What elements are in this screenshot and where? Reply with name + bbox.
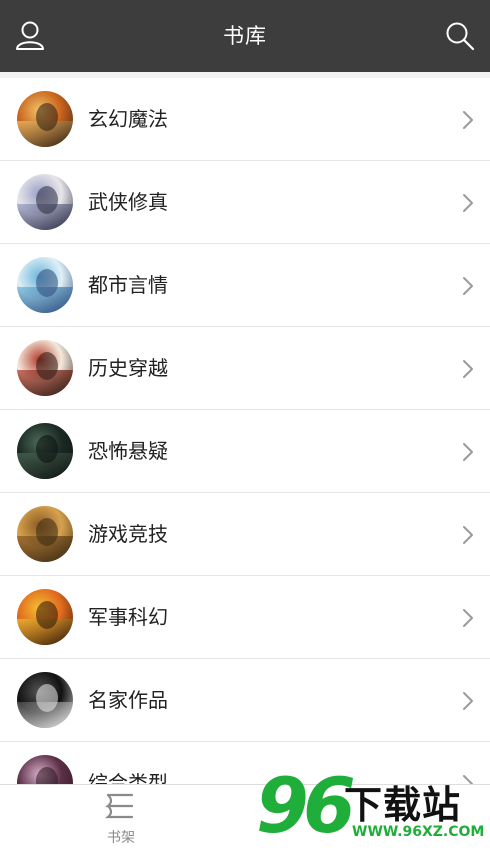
chevron-right-icon	[462, 442, 474, 462]
chevron-right-icon	[462, 691, 474, 711]
tab-bookshelf-label: 书架	[107, 830, 135, 846]
category-cover-image	[17, 257, 73, 313]
category-label: 都市言情	[88, 273, 168, 297]
category-row[interactable]: 都市言情	[0, 244, 490, 327]
category-row[interactable]: 名家作品	[0, 659, 490, 742]
category-label: 名家作品	[88, 688, 168, 712]
category-row[interactable]: 军事科幻	[0, 576, 490, 659]
top-bar: 书库	[0, 0, 490, 72]
category-label: 游戏竞技	[88, 522, 168, 546]
category-row[interactable]: 武侠修真	[0, 161, 490, 244]
category-cover-image	[17, 340, 73, 396]
category-cover-image	[17, 91, 73, 147]
chevron-right-icon	[462, 525, 474, 545]
category-label: 武侠修真	[88, 190, 168, 214]
category-list: 玄幻魔法武侠修真都市言情历史穿越恐怖悬疑游戏竞技军事科幻名家作品综合类型	[0, 78, 490, 784]
watermark-number: 96	[256, 761, 356, 850]
category-cover-image	[17, 755, 73, 784]
category-row[interactable]: 玄幻魔法	[0, 78, 490, 161]
category-row[interactable]: 恐怖悬疑	[0, 410, 490, 493]
category-label: 玄幻魔法	[88, 107, 168, 131]
category-cover-image	[17, 589, 73, 645]
page-title: 书库	[223, 24, 267, 48]
chevron-right-icon	[462, 193, 474, 213]
chevron-right-icon	[462, 110, 474, 130]
category-label: 综合类型	[88, 771, 168, 784]
category-label: 恐怖悬疑	[88, 439, 168, 463]
watermark-brand: 下载站	[344, 783, 462, 827]
tab-bookshelf[interactable]: 书架	[92, 791, 150, 847]
category-label: 军事科幻	[88, 605, 168, 629]
search-icon[interactable]	[442, 18, 478, 54]
category-row[interactable]: 历史穿越	[0, 327, 490, 410]
category-cover-image	[17, 506, 73, 562]
bookshelf-icon	[104, 793, 134, 819]
chevron-right-icon	[462, 276, 474, 296]
category-cover-image	[17, 423, 73, 479]
chevron-right-icon	[462, 608, 474, 628]
chevron-right-icon	[462, 359, 474, 379]
watermark-url: WWW.96XZ.COM	[352, 824, 485, 840]
site-watermark: 96 下载站 WWW.96XZ.COM	[256, 764, 486, 850]
category-label: 历史穿越	[88, 356, 168, 380]
category-cover-image	[17, 672, 73, 728]
category-row[interactable]: 游戏竞技	[0, 493, 490, 576]
category-cover-image	[17, 174, 73, 230]
